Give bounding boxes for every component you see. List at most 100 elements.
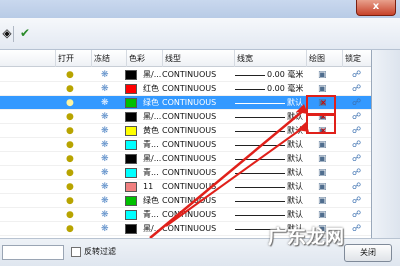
pin-icon[interactable]: ◈ xyxy=(0,26,14,40)
lightbulb-icon[interactable]: ● xyxy=(66,82,74,96)
color-swatch[interactable] xyxy=(125,182,137,192)
table-row[interactable]: ● ❋ 红色 CONTINUOUS 0.00 毫米 ▣ ☍ xyxy=(0,82,371,96)
linetype-value[interactable]: CONTINUOUS xyxy=(162,96,234,110)
lightbulb-icon[interactable]: ● xyxy=(66,96,74,110)
table-row[interactable]: ● ❋ 11 CONTINUOUS 默认 ▣ ☍ xyxy=(0,180,371,194)
table-row[interactable]: ● ❋ 青... CONTINUOUS 默认 ▣ ☍ xyxy=(0,208,371,222)
unlock-icon[interactable]: ☍ xyxy=(352,68,361,82)
sun-icon[interactable]: ❋ xyxy=(101,138,109,152)
table-row[interactable]: ● ❋ 青... CONTINUOUS 默认 ▣ ☍ xyxy=(0,166,371,180)
table-row[interactable]: ● ❋ 黑/... CONTINUOUS 默认 ▣ ☍ xyxy=(0,152,371,166)
lineweight-value[interactable]: 默认 xyxy=(287,110,303,124)
linetype-value[interactable]: CONTINUOUS xyxy=(162,82,234,96)
table-row[interactable]: ● ❋ 黑/... CONTINUOUS 0.00 毫米 ▣ ☍ xyxy=(0,68,371,82)
lightbulb-icon[interactable]: ● xyxy=(66,124,74,138)
sun-icon[interactable]: ❋ xyxy=(101,152,109,166)
close-button[interactable]: 关闭 xyxy=(344,244,392,262)
printer-icon[interactable]: ▣ xyxy=(318,208,327,222)
lightbulb-icon[interactable]: ● xyxy=(66,208,74,222)
printer-icon[interactable]: ▣ xyxy=(318,166,327,180)
color-swatch[interactable] xyxy=(125,168,137,178)
lightbulb-icon[interactable]: ● xyxy=(66,152,74,166)
sun-icon[interactable]: ❋ xyxy=(101,68,109,82)
column-header-lock[interactable]: 锁定 xyxy=(342,50,371,67)
column-header-on[interactable]: 打开 xyxy=(55,50,91,67)
lineweight-value[interactable]: 默认 xyxy=(287,166,303,180)
column-header-freeze[interactable]: 冻结 xyxy=(91,50,126,67)
sun-icon[interactable]: ❋ xyxy=(101,96,109,110)
column-header-lineweight[interactable]: 线宽 xyxy=(234,50,306,67)
unlock-icon[interactable]: ☍ xyxy=(352,82,361,96)
lineweight-value[interactable]: 默认 xyxy=(287,152,303,166)
lineweight-value[interactable]: 默认 xyxy=(287,96,303,110)
lightbulb-icon[interactable]: ● xyxy=(66,180,74,194)
linetype-value[interactable]: CONTINUOUS xyxy=(162,68,234,82)
lineweight-value[interactable]: 默认 xyxy=(287,194,303,208)
color-swatch[interactable] xyxy=(125,112,137,122)
table-row[interactable]: ● ❋ 绿色 CONTINUOUS 默认 ▣ ☍ xyxy=(0,194,371,208)
linetype-value[interactable]: CONTINUOUS xyxy=(162,208,234,222)
printer-icon[interactable]: ▣ xyxy=(318,152,327,166)
unlock-icon[interactable]: ☍ xyxy=(352,180,361,194)
invert-filter-checkbox[interactable] xyxy=(71,247,81,257)
sun-icon[interactable]: ❋ xyxy=(101,222,109,236)
printer-icon[interactable]: ▣ xyxy=(318,194,327,208)
color-swatch[interactable] xyxy=(125,224,137,234)
linetype-value[interactable]: CONTINUOUS xyxy=(162,138,234,152)
linetype-value[interactable]: CONTINUOUS xyxy=(162,180,234,194)
unlock-icon[interactable]: ☍ xyxy=(352,222,361,236)
sun-icon[interactable]: ❋ xyxy=(101,110,109,124)
table-row[interactable]: ● ❋ 青... CONTINUOUS 默认 ▣ ☍ xyxy=(0,138,371,152)
column-header-linetype[interactable]: 线型 xyxy=(162,50,234,67)
lightbulb-icon[interactable]: ● xyxy=(66,222,74,236)
color-swatch[interactable] xyxy=(125,196,137,206)
linetype-value[interactable]: CONTINUOUS xyxy=(162,166,234,180)
lightbulb-icon[interactable]: ● xyxy=(66,110,74,124)
lightbulb-icon[interactable]: ● xyxy=(66,68,74,82)
sun-icon[interactable]: ❋ xyxy=(101,166,109,180)
lightbulb-icon[interactable]: ● xyxy=(66,194,74,208)
unlock-icon[interactable]: ☍ xyxy=(352,194,361,208)
color-swatch[interactable] xyxy=(125,126,137,136)
color-swatch[interactable] xyxy=(125,140,137,150)
unlock-icon[interactable]: ☍ xyxy=(352,152,361,166)
linetype-value[interactable]: CONTINUOUS xyxy=(162,124,234,138)
color-swatch[interactable] xyxy=(125,84,137,94)
unlock-icon[interactable]: ☍ xyxy=(352,110,361,124)
color-swatch[interactable] xyxy=(125,70,137,80)
color-swatch[interactable] xyxy=(125,98,137,108)
unlock-icon[interactable]: ☍ xyxy=(352,124,361,138)
linetype-value[interactable]: CONTINUOUS xyxy=(162,152,234,166)
lineweight-value[interactable]: 默认 xyxy=(287,138,303,152)
printer-icon[interactable]: ▣ xyxy=(318,68,327,82)
lineweight-value[interactable]: 默认 xyxy=(287,180,303,194)
linetype-value[interactable]: CONTINUOUS xyxy=(162,194,234,208)
color-swatch[interactable] xyxy=(125,154,137,164)
sun-icon[interactable]: ❋ xyxy=(101,124,109,138)
sun-icon[interactable]: ❋ xyxy=(101,208,109,222)
printer-icon[interactable]: ▣ xyxy=(318,82,327,96)
unlock-icon[interactable]: ☍ xyxy=(352,96,361,110)
lightbulb-icon[interactable]: ● xyxy=(66,138,74,152)
printer-icon[interactable]: ▣ xyxy=(318,138,327,152)
unlock-icon[interactable]: ☍ xyxy=(352,208,361,222)
column-header-color[interactable]: 色彩 xyxy=(126,50,162,67)
lineweight-value[interactable]: 0.00 毫米 xyxy=(267,68,303,82)
lineweight-value[interactable]: 默认 xyxy=(287,208,303,222)
unlock-icon[interactable]: ☍ xyxy=(352,166,361,180)
filter-input[interactable] xyxy=(2,245,64,260)
lightbulb-icon[interactable]: ● xyxy=(66,166,74,180)
column-header-plot[interactable]: 绘图 xyxy=(306,50,342,67)
lineweight-value[interactable]: 0.00 毫米 xyxy=(267,82,303,96)
color-swatch[interactable] xyxy=(125,210,137,220)
unlock-icon[interactable]: ☍ xyxy=(352,138,361,152)
checkmark-icon[interactable]: ✔ xyxy=(18,26,32,40)
linetype-value[interactable]: CONTINUOUS xyxy=(162,110,234,124)
sun-icon[interactable]: ❋ xyxy=(101,82,109,96)
linetype-value[interactable]: CONTINUOUS xyxy=(162,222,234,236)
sun-icon[interactable]: ❋ xyxy=(101,194,109,208)
lineweight-value[interactable]: 默认 xyxy=(287,124,303,138)
sun-icon[interactable]: ❋ xyxy=(101,180,109,194)
window-close-button[interactable]: x xyxy=(356,0,396,16)
printer-icon[interactable]: ▣ xyxy=(318,180,327,194)
